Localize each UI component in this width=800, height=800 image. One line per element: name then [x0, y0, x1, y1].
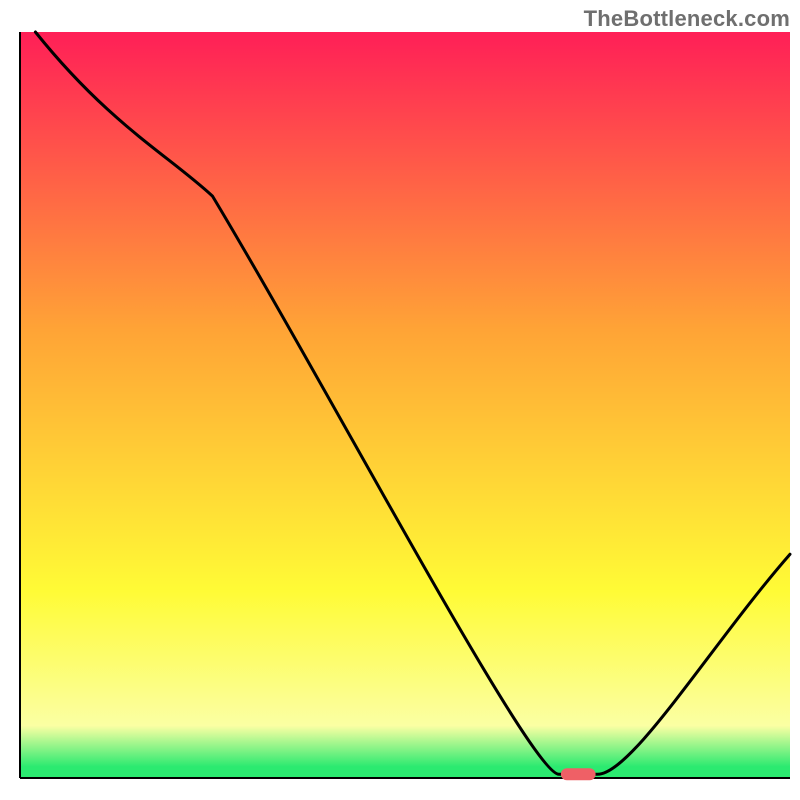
optimal-marker [561, 768, 596, 780]
gradient-background [20, 32, 790, 778]
watermark-text: TheBottleneck.com [584, 6, 790, 32]
plot-area [0, 0, 800, 800]
chart-container: TheBottleneck.com [0, 0, 800, 800]
bottleneck-chart [0, 0, 800, 800]
